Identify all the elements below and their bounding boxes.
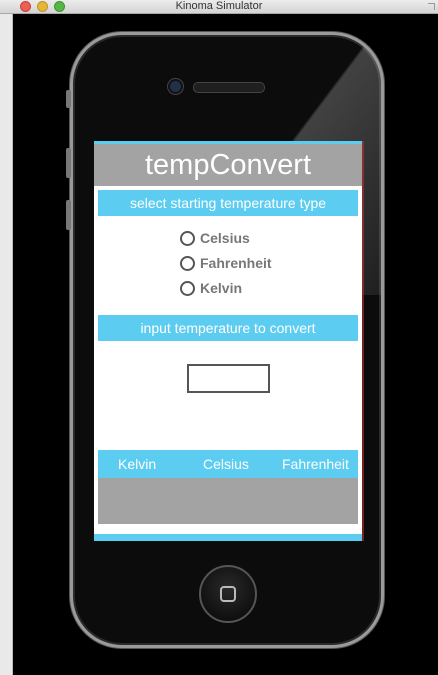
background-window-edge [0, 14, 13, 675]
radio-label: Fahrenheit [200, 255, 272, 271]
home-button[interactable] [199, 565, 257, 623]
window-titlebar: Kinoma Simulator [0, 0, 438, 14]
radio-celsius[interactable]: Celsius [180, 228, 250, 248]
radio-label: Kelvin [200, 280, 243, 296]
radio-circle-icon[interactable] [180, 255, 195, 271]
window-title: Kinoma Simulator [175, 0, 263, 12]
unit-label-fahrenheit: Fahrenheit [282, 456, 349, 472]
app-title: tempConvert [144, 149, 311, 181]
volume-down-button[interactable] [66, 200, 71, 230]
radio-kelvin[interactable]: Kelvin [180, 278, 242, 298]
app-header: tempConvert [94, 141, 362, 186]
unit-label-celsius: Celsius [203, 456, 249, 472]
home-square-icon [220, 586, 236, 602]
volume-up-button[interactable] [66, 148, 71, 178]
front-camera-icon [168, 79, 183, 94]
result-display-area [98, 478, 358, 524]
device-screen: tempConvert select starting temperature … [94, 141, 362, 541]
earpiece-speaker [193, 82, 265, 93]
radio-label: Celsius [200, 230, 250, 246]
input-prompt-bar: input temperature to convert [98, 315, 358, 341]
radio-circle-icon[interactable] [180, 280, 195, 296]
select-type-bar: select starting temperature type [98, 190, 358, 216]
bottom-accent-strip [94, 534, 362, 541]
temperature-input[interactable] [187, 364, 270, 393]
resize-corner-icon[interactable] [424, 0, 438, 13]
mute-switch [66, 90, 71, 108]
radio-circle-icon[interactable] [180, 230, 195, 246]
unit-results-bar: Kelvin Celsius Fahrenheit [98, 450, 358, 478]
unit-label-kelvin: Kelvin [118, 456, 157, 472]
screen-edge-line [362, 141, 364, 541]
radio-fahrenheit[interactable]: Fahrenheit [180, 253, 272, 273]
